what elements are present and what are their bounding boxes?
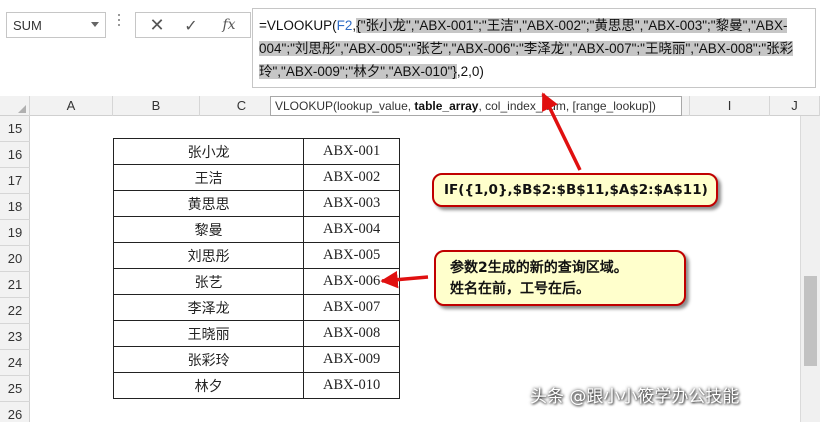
formula-prefix: =VLOOKUP( <box>259 18 337 33</box>
table-row: 刘思彤 ABX-005 <box>112 242 400 269</box>
name-cell[interactable]: 黎曼 <box>112 216 305 243</box>
name-cell[interactable]: 黄思思 <box>112 190 305 217</box>
table-row: 张彩玲 ABX-009 <box>112 346 400 373</box>
row-header: 15 16 17 18 19 20 21 22 23 24 25 26 <box>0 116 30 422</box>
row-header-26[interactable]: 26 <box>0 402 30 422</box>
name-cell[interactable]: 林夕 <box>112 372 305 399</box>
table-row: 王洁 ABX-002 <box>112 164 400 191</box>
formula-lookup-ref: F2 <box>336 18 353 33</box>
tooltip-rest[interactable]: , col_index_num, [range_lookup]) <box>478 99 655 113</box>
name-box-value: SUM <box>13 18 42 33</box>
table-row: 黄思思 ABX-003 <box>112 190 400 217</box>
resize-handle[interactable] <box>118 14 121 36</box>
row-header-20[interactable]: 20 <box>0 246 30 272</box>
if-formula-text: IF({1,0},$B$2:$B$11,$A$2:$A$11) <box>444 182 708 198</box>
if-formula-callout: IF({1,0},$B$2:$B$11,$A$2:$A$11) <box>432 173 718 207</box>
code-cell[interactable]: ABX-004 <box>303 216 400 243</box>
select-all-corner[interactable] <box>0 96 30 116</box>
note-callout: 参数2生成的新的查询区域。 姓名在前，工号在后。 <box>434 250 686 306</box>
formula-buttons: ✕ ✓ fx <box>135 12 251 38</box>
name-cell[interactable]: 张彩玲 <box>112 346 305 373</box>
close-icon[interactable]: ✕ <box>140 13 174 37</box>
column-header-a[interactable]: A <box>30 96 113 116</box>
code-cell[interactable]: ABX-007 <box>303 294 400 321</box>
table-row: 张艺 ABX-006 <box>112 268 400 295</box>
name-cell[interactable]: 李泽龙 <box>112 294 305 321</box>
tooltip-arg-lookup-value[interactable]: lookup_value <box>337 99 408 113</box>
row-header-21[interactable]: 21 <box>0 272 30 298</box>
insert-function-icon[interactable]: fx <box>212 13 246 37</box>
column-header-b[interactable]: B <box>113 96 200 116</box>
name-cell[interactable]: 王洁 <box>112 164 305 191</box>
row-header-19[interactable]: 19 <box>0 220 30 246</box>
row-header-22[interactable]: 22 <box>0 298 30 324</box>
select-all-icon[interactable] <box>18 105 26 113</box>
row-header-18[interactable]: 18 <box>0 194 30 220</box>
watermark: 头条 @跟小小筱学办公技能 <box>530 387 740 407</box>
chevron-down-icon[interactable] <box>91 22 99 27</box>
note-line-1: 参数2生成的新的查询区域。 <box>450 260 628 276</box>
name-cell[interactable]: 张小龙 <box>112 138 305 165</box>
table-row: 王晓丽 ABX-008 <box>112 320 400 347</box>
code-cell[interactable]: ABX-010 <box>303 372 400 399</box>
code-cell[interactable]: ABX-005 <box>303 242 400 269</box>
tooltip-func[interactable]: VLOOKUP( <box>275 99 337 113</box>
name-cell[interactable]: 张艺 <box>112 268 305 295</box>
formula-bar-area: SUM ✕ ✓ fx =VLOOKUP(F2,{"张小龙","ABX-001";… <box>0 0 820 96</box>
row-header-15[interactable]: 15 <box>0 116 30 142</box>
note-line-2: 姓名在前，工号在后。 <box>450 281 590 297</box>
formula-text[interactable]: =VLOOKUP(F2,{"张小龙","ABX-001";"王洁","ABX-0… <box>259 14 809 83</box>
code-cell[interactable]: ABX-008 <box>303 320 400 347</box>
code-cell[interactable]: ABX-002 <box>303 164 400 191</box>
row-header-25[interactable]: 25 <box>0 376 30 402</box>
column-header-i[interactable]: I <box>690 96 770 116</box>
name-box[interactable]: SUM <box>6 12 106 38</box>
table-row: 林夕 ABX-010 <box>112 372 400 399</box>
vertical-scrollbar[interactable] <box>800 116 820 422</box>
table-row: 黎曼 ABX-004 <box>112 216 400 243</box>
row-header-24[interactable]: 24 <box>0 350 30 376</box>
function-tooltip: VLOOKUP(lookup_value, table_array, col_i… <box>270 96 682 116</box>
scrollbar-thumb[interactable] <box>804 276 817 366</box>
code-cell[interactable]: ABX-003 <box>303 190 400 217</box>
row-header-17[interactable]: 17 <box>0 168 30 194</box>
formula-input[interactable]: =VLOOKUP(F2,{"张小龙","ABX-001";"王洁","ABX-0… <box>252 8 816 88</box>
row-header-16[interactable]: 16 <box>0 142 30 168</box>
data-table: 张小龙 ABX-001 王洁 ABX-002 黄思思 ABX-003 黎曼 ABX-00… <box>112 138 400 399</box>
table-row: 李泽龙 ABX-007 <box>112 294 400 321</box>
formula-suffix: ,2,0) <box>456 64 484 79</box>
code-cell[interactable]: ABX-009 <box>303 346 400 373</box>
row-header-23[interactable]: 23 <box>0 324 30 350</box>
check-icon[interactable]: ✓ <box>174 13 208 37</box>
table-row: 张小龙 ABX-001 <box>112 138 400 165</box>
name-cell[interactable]: 刘思彤 <box>112 242 305 269</box>
code-cell[interactable]: ABX-001 <box>303 138 400 165</box>
column-header-j[interactable]: J <box>770 96 820 116</box>
name-cell[interactable]: 王晓丽 <box>112 320 305 347</box>
tooltip-arg-table-array[interactable]: table_array <box>414 99 478 113</box>
code-cell[interactable]: ABX-006 <box>303 268 400 295</box>
